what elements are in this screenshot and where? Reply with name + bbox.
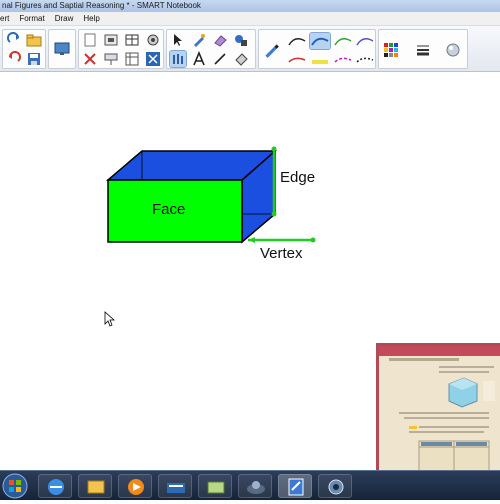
line-icon[interactable] <box>212 51 228 67</box>
table-icon[interactable] <box>124 32 140 48</box>
camera-icon <box>328 479 344 495</box>
edge-marker-dot <box>271 211 277 217</box>
webcam-overlay[interactable] <box>376 343 500 470</box>
start-orb-icon[interactable] <box>2 473 28 499</box>
folder-icon <box>207 481 225 494</box>
edge-marker-dot <box>271 146 277 152</box>
vertex-marker-dot <box>310 237 316 243</box>
task-file-explorer[interactable] <box>78 474 112 498</box>
menu-item-format[interactable]: Format <box>19 12 44 25</box>
task-camera[interactable] <box>318 474 352 498</box>
menu-item-insert[interactable]: ert <box>0 12 9 25</box>
fill-effects-icon[interactable] <box>445 42 461 58</box>
smart-board-icon <box>247 481 265 494</box>
magic-pen-icon[interactable] <box>169 50 187 68</box>
task-smart-board[interactable] <box>238 474 272 498</box>
window-title: nal Figures and Saptial Reasoning * - SM… <box>2 1 201 10</box>
shapes-icon[interactable] <box>233 32 249 48</box>
menu-bar: ert Format Draw Help <box>0 12 500 26</box>
line-style-5-icon[interactable] <box>287 52 307 68</box>
toolbar-group-file <box>2 29 46 69</box>
line-style-6-icon[interactable] <box>310 52 330 68</box>
screen-shade-icon[interactable] <box>103 51 119 67</box>
vertex-marker-arrow <box>248 237 255 243</box>
open-file-icon[interactable] <box>26 32 42 48</box>
toolbar-group-draw <box>166 29 256 69</box>
internet-explorer-icon <box>48 479 64 495</box>
task-smart-tools[interactable] <box>158 474 192 498</box>
line-style-2-icon[interactable] <box>309 32 331 50</box>
media-player-icon <box>128 479 144 495</box>
smart-tools-icon <box>167 483 185 493</box>
line-style-8-icon[interactable] <box>355 52 375 68</box>
task-internet-explorer[interactable] <box>38 474 72 498</box>
mouse-cursor-icon <box>104 311 116 327</box>
task-smart-notebook[interactable] <box>278 474 312 498</box>
textbook-page-image <box>379 346 500 470</box>
redo-icon[interactable] <box>6 32 22 48</box>
line-properties-icon[interactable] <box>415 42 431 58</box>
line-style-7-icon[interactable] <box>333 52 353 68</box>
color-palette-icon[interactable] <box>383 42 399 58</box>
table-grid-icon[interactable] <box>124 51 140 67</box>
main-toolbar <box>0 26 500 72</box>
window-title-bar: nal Figures and Saptial Reasoning * - SM… <box>0 0 500 12</box>
pen-icon[interactable] <box>191 32 207 48</box>
page-icon[interactable] <box>82 32 98 48</box>
task-folder[interactable] <box>198 474 232 498</box>
line-style-1-icon[interactable] <box>287 33 307 49</box>
text-icon[interactable] <box>191 51 207 67</box>
screen-display-icon[interactable] <box>54 41 70 57</box>
toolbar-group-display <box>48 29 76 69</box>
document-camera-icon[interactable] <box>145 32 161 48</box>
undo-icon[interactable] <box>6 51 22 67</box>
smart-notebook-icon <box>288 478 304 496</box>
full-screen-icon[interactable] <box>145 51 161 67</box>
taskbar <box>0 470 500 500</box>
toolbar-group-page <box>78 29 164 69</box>
delete-icon[interactable] <box>82 51 98 67</box>
highlighter-icon[interactable] <box>262 40 280 60</box>
menu-item-help[interactable]: Help <box>83 12 99 25</box>
capture-icon[interactable] <box>103 32 119 48</box>
menu-item-draw[interactable]: Draw <box>55 12 74 25</box>
vertex-label[interactable]: Vertex <box>260 245 303 262</box>
select-icon[interactable] <box>170 32 186 48</box>
file-explorer-icon <box>87 480 105 494</box>
face-label[interactable]: Face <box>152 201 185 218</box>
toolbar-group-pen-styles <box>258 29 376 69</box>
fill-icon[interactable] <box>233 51 249 67</box>
save-icon[interactable] <box>26 51 42 67</box>
line-style-4-icon[interactable] <box>355 33 375 49</box>
line-style-3-icon[interactable] <box>333 33 353 49</box>
toolbar-group-properties <box>378 29 468 69</box>
edge-label[interactable]: Edge <box>280 169 315 186</box>
task-media-player[interactable] <box>118 474 152 498</box>
eraser-icon[interactable] <box>212 32 228 48</box>
